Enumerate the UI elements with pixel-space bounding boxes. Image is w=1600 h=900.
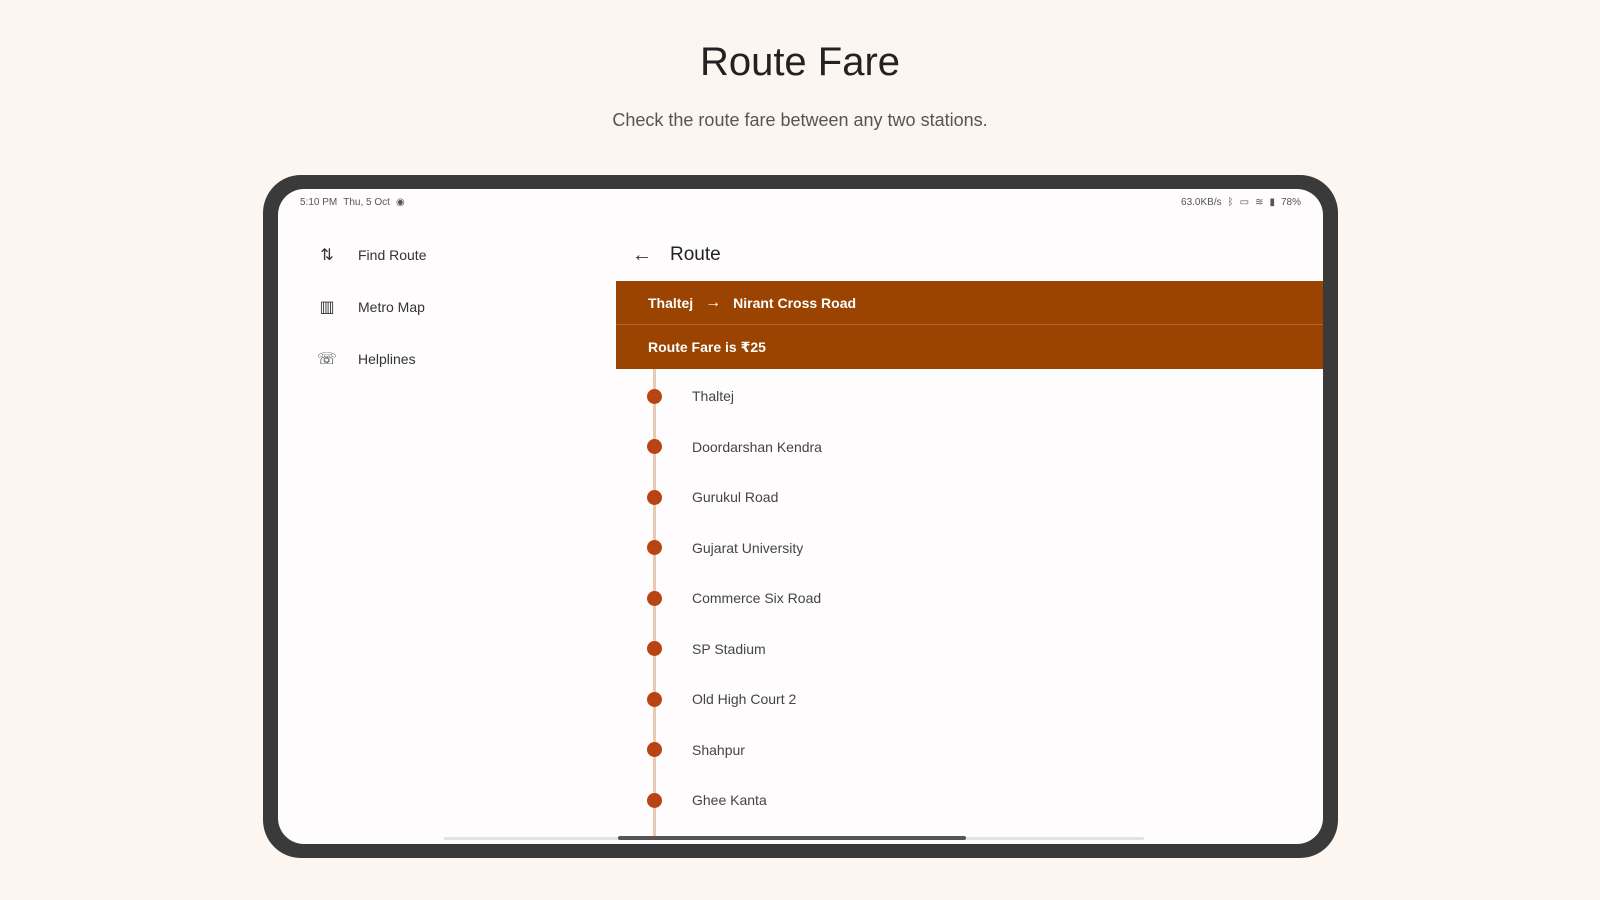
network-speed: 63.0KB/s [1181, 196, 1222, 208]
station-name: Old High Court 2 [692, 691, 797, 708]
status-bar: 5:10 PM Thu, 5 Oct ◉ 63.0KB/s ᛒ ▭ ≋ ▮ 78… [278, 189, 1323, 215]
station-dot [647, 742, 662, 758]
station-name: Ghee Kanta [692, 792, 767, 809]
sim-icon: ▭ [1239, 196, 1250, 208]
station-item[interactable]: Old High Court 2 [616, 674, 1323, 725]
wifi-icon: ≋ [1255, 196, 1264, 208]
station-name: Gujarat University [692, 539, 804, 556]
sidebar-item-label: Find Route [358, 247, 427, 263]
status-date: Thu, 5 Oct [343, 196, 390, 208]
scrollbar-thumb[interactable] [618, 836, 966, 840]
route-swap-icon: ⇅ [320, 247, 334, 264]
bluetooth-icon: ᛒ [1227, 196, 1234, 208]
station-name: Doordarshan Kendra [692, 438, 822, 455]
route-from: Thaltej [648, 294, 694, 311]
station-name: Thaltej [692, 388, 735, 405]
route-fare: Route Fare is ₹25 [616, 325, 1323, 369]
tablet-frame: 5:10 PM Thu, 5 Oct ◉ 63.0KB/s ᛒ ▭ ≋ ▮ 78… [263, 175, 1338, 858]
station-dot [647, 540, 662, 556]
station-dot [647, 590, 662, 606]
route-fare-text: Route Fare is ₹25 [648, 338, 766, 355]
station-item[interactable]: Gurukul Road [616, 472, 1323, 523]
station-list: Thaltej Doordarshan Kendra Gurukul Road … [616, 369, 1323, 839]
station-dot [647, 388, 662, 404]
status-left: 5:10 PM Thu, 5 Oct ◉ [300, 197, 405, 208]
station-name: Commerce Six Road [692, 590, 822, 607]
route-endpoints: Thaltej → Nirant Cross Road [616, 281, 1323, 325]
status-right: 63.0KB/s ᛒ ▭ ≋ ▮ 78% [1181, 197, 1301, 208]
back-arrow-icon[interactable]: ← [632, 244, 652, 267]
hero-subtitle: Check the route fare between any two sta… [612, 110, 988, 130]
station-item[interactable]: SP Stadium [616, 624, 1323, 675]
station-name: Shahpur [692, 741, 745, 758]
sidebar-item-helplines[interactable]: ☏ Helplines [304, 333, 584, 385]
status-time: 5:10 PM [300, 196, 338, 208]
station-dot [647, 691, 662, 707]
route-to: Nirant Cross Road [733, 294, 857, 311]
station-item[interactable]: Shahpur [616, 725, 1323, 776]
battery-icon: ▮ [1269, 196, 1275, 208]
arrow-right-icon: → [705, 293, 722, 311]
station-dot [647, 489, 662, 505]
sidebar-item-metro-map[interactable]: ▥ Metro Map [304, 281, 584, 333]
sidebar: ⇅ Find Route ▥ Metro Map ☏ Helplines [304, 229, 584, 385]
station-name: SP Stadium [692, 640, 766, 657]
sidebar-item-label: Helplines [358, 351, 416, 367]
station-item[interactable]: Doordarshan Kendra [616, 422, 1323, 473]
station-item[interactable]: Ghee Kanta [616, 775, 1323, 826]
route-panel: ← Route Thaltej → Nirant Cross Road Rout… [616, 229, 1323, 844]
station-item[interactable]: Gujarat University [616, 523, 1323, 574]
phone-icon: ☏ [317, 351, 338, 368]
sidebar-item-label: Metro Map [358, 299, 425, 315]
sidebar-item-find-route[interactable]: ⇅ Find Route [304, 229, 584, 281]
top-app-bar: ← Route [616, 229, 1323, 281]
station-item[interactable]: Thaltej [616, 371, 1323, 422]
tablet-screen: 5:10 PM Thu, 5 Oct ◉ 63.0KB/s ᛒ ▭ ≋ ▮ 78… [278, 189, 1323, 844]
page-title: Route [670, 244, 721, 265]
page: Route Fare Check the route fare between … [0, 0, 1600, 900]
station-item[interactable]: Commerce Six Road [616, 573, 1323, 624]
station-name: Gurukul Road [692, 489, 779, 506]
location-icon: ◉ [395, 196, 405, 208]
map-icon: ▥ [319, 299, 335, 316]
route-banner: Thaltej → Nirant Cross Road Route Fare i… [616, 281, 1323, 369]
battery-level: 78% [1280, 196, 1301, 208]
station-dot [647, 641, 662, 657]
station-dot [647, 439, 662, 455]
hero-title: Route Fare [699, 40, 901, 84]
station-dot [647, 792, 662, 808]
